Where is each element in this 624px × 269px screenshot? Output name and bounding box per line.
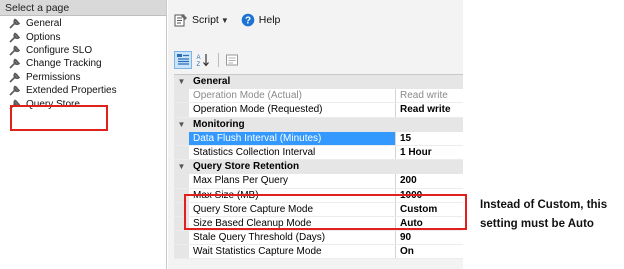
property-pages-button[interactable] — [223, 51, 241, 69]
wrench-icon — [9, 45, 21, 56]
property-value: Read write — [400, 90, 448, 102]
category-label: Query Store Retention — [193, 161, 300, 173]
property-name: Operation Mode (Requested) — [189, 103, 396, 117]
property-row[interactable]: Max Plans Per Query 200 — [174, 174, 463, 189]
annotation-line-1: Instead of Custom, this — [480, 199, 608, 211]
dialog-toolbar: Script ▼ ? Help — [168, 0, 463, 40]
page-list: General Options Configure SLO Change Tra… — [0, 17, 166, 111]
property-name: Operation Mode (Actual) — [189, 89, 396, 103]
sort-alphabetical-icon: A Z — [197, 54, 209, 67]
page-item-label: Options — [26, 31, 61, 43]
select-a-page-header: Select a page — [0, 0, 166, 16]
annotation-callout: Instead of Custom, this setting must be … — [480, 196, 620, 234]
category-label: General — [193, 76, 231, 87]
property-pages-icon — [226, 54, 238, 66]
help-button[interactable]: ? Help — [241, 11, 281, 29]
property-value[interactable]: 15 — [396, 132, 411, 145]
property-row[interactable]: Operation Mode (Actual) Read write — [174, 89, 463, 104]
property-row[interactable]: Wait Statistics Capture Mode On — [174, 245, 463, 260]
select-a-page-pane: Select a page General Options Configure … — [0, 0, 167, 269]
property-name: Statistics Collection Interval — [189, 145, 396, 160]
wrench-icon — [9, 18, 21, 29]
annotation-line-2: setting must be Auto — [480, 218, 594, 230]
property-row[interactable]: Statistics Collection Interval 1 Hour — [174, 145, 463, 161]
chevron-down-icon[interactable]: ▼ — [221, 16, 229, 25]
property-grid-toolbar: A Z — [174, 50, 243, 70]
property-value[interactable]: On — [396, 245, 414, 258]
page-item-label: Permissions — [26, 71, 81, 83]
property-value[interactable]: 1 Hour — [396, 146, 432, 159]
help-button-label: Help — [258, 14, 281, 26]
script-button[interactable]: Script ▼ — [174, 11, 235, 29]
page-item-label: General — [26, 18, 62, 30]
query-store-highlight-box — [10, 105, 108, 131]
script-icon — [174, 14, 187, 27]
category-query-store-retention: ▼ Query Store Retention — [174, 160, 463, 175]
property-row[interactable]: Operation Mode (Requested) Read write — [174, 103, 463, 118]
property-row-selected[interactable]: Data Flush Interval (Minutes) 15 — [174, 131, 463, 146]
svg-text:?: ? — [245, 16, 251, 27]
toolbar-divider — [218, 53, 219, 67]
property-name: Max Plans Per Query — [189, 174, 396, 188]
category-label: Monitoring — [193, 118, 245, 130]
property-grid: ▼ General Operation Mode (Actual) Read w… — [174, 74, 463, 260]
help-icon: ? — [241, 13, 255, 27]
property-row[interactable]: Stale Query Threshold (Days) 90 — [174, 231, 463, 246]
collapse-icon[interactable]: ▼ — [174, 75, 189, 89]
property-name: Stale Query Threshold (Days) — [189, 231, 396, 245]
property-value[interactable]: Read write — [396, 103, 451, 116]
svg-text:Z: Z — [197, 62, 201, 67]
categorized-view-button[interactable] — [174, 51, 192, 69]
page-item-label: Configure SLO — [26, 44, 93, 56]
property-name: Wait Statistics Capture Mode — [189, 245, 396, 259]
page-item-label: Extended Properties — [26, 85, 117, 97]
collapse-icon[interactable]: ▼ — [174, 160, 189, 174]
category-monitoring: ▼ Monitoring — [174, 117, 463, 132]
property-name: Data Flush Interval (Minutes) — [189, 131, 396, 145]
categorized-icon — [177, 54, 189, 65]
page-item-extended-properties[interactable]: Extended Properties — [0, 84, 166, 97]
svg-text:A: A — [197, 55, 201, 61]
wrench-icon — [9, 72, 21, 83]
wrench-icon — [9, 32, 21, 43]
page-item-label: Change Tracking — [26, 58, 102, 70]
wrench-icon — [9, 85, 21, 96]
wrench-icon — [9, 58, 21, 69]
alphabetical-view-button[interactable]: A Z — [194, 51, 212, 69]
script-button-label: Script — [192, 14, 219, 26]
property-value[interactable]: 200 — [396, 174, 417, 187]
collapse-icon[interactable]: ▼ — [174, 118, 189, 132]
page-item-permissions[interactable]: Permissions — [0, 71, 166, 84]
capture-mode-highlight-box — [184, 194, 467, 230]
page-item-general[interactable]: General — [0, 17, 166, 30]
page-item-options[interactable]: Options — [0, 30, 166, 43]
page-item-configure-slo[interactable]: Configure SLO — [0, 44, 166, 57]
property-value[interactable]: 90 — [396, 231, 411, 244]
category-general: ▼ General — [174, 75, 463, 90]
page-item-change-tracking[interactable]: Change Tracking — [0, 57, 166, 70]
